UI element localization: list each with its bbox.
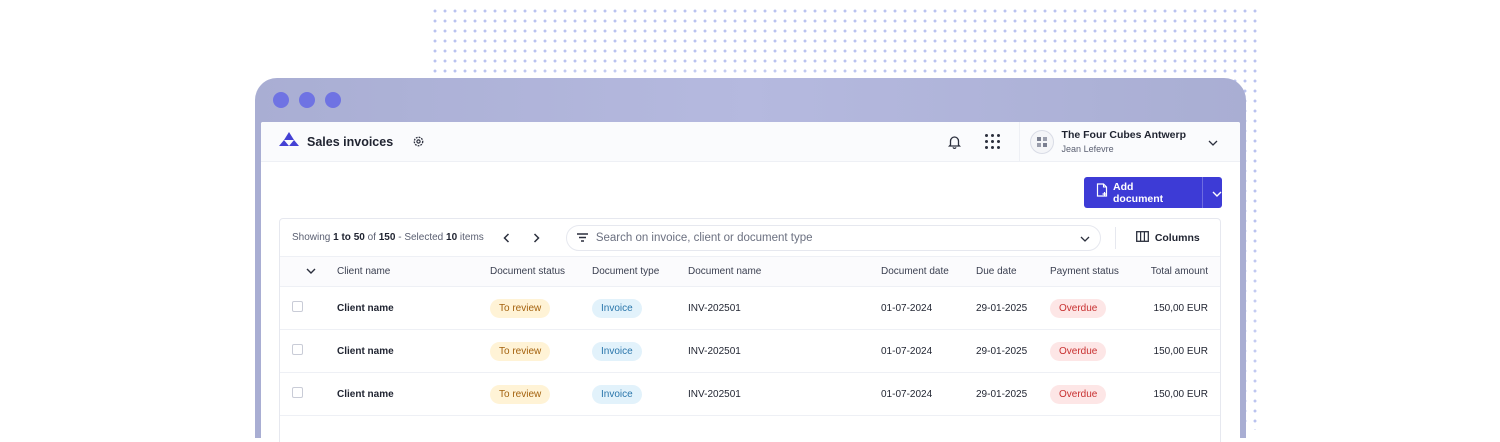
top-bar: Sales invoices The Four Cubes Antwerp Je… (261, 122, 1240, 162)
search-placeholder: Search on invoice, client or document ty… (595, 231, 813, 244)
chevron-down-icon (306, 268, 316, 274)
chevron-down-icon[interactable] (1208, 133, 1218, 151)
add-document-button[interactable]: Add document (1084, 177, 1222, 208)
status-badge: To review (490, 341, 551, 361)
column-header-due-date[interactable]: Due date (976, 256, 1050, 287)
due-date-cell: 29-01-2025 (976, 372, 1050, 416)
next-page-button[interactable] (530, 231, 544, 245)
total-amount-cell: 150,00 EUR (1142, 329, 1220, 373)
table-row[interactable]: Client name To review Invoice INV-202501… (280, 286, 1220, 330)
select-all-toggle[interactable] (280, 256, 337, 287)
total-value: 150 (378, 232, 396, 243)
chevron-down-icon[interactable] (1080, 229, 1090, 247)
divider (1114, 226, 1116, 249)
document-date-cell: 01-07-2024 (881, 372, 976, 416)
total-amount-cell: 150,00 EUR (1142, 372, 1220, 416)
window-control-maximize[interactable] (325, 92, 341, 108)
window-controls (273, 92, 341, 108)
type-badge: Invoice (592, 384, 642, 404)
button-divider (1202, 177, 1203, 208)
client-name-cell: Client name (337, 286, 490, 330)
divider (1018, 122, 1020, 162)
status-badge: To review (490, 298, 551, 318)
payment-status-badge: Overdue (1050, 341, 1107, 361)
document-name-cell: INV-202501 (688, 329, 881, 373)
type-badge: Invoice (592, 298, 642, 318)
table-row[interactable]: Client name To review Invoice INV-202501… (280, 372, 1220, 416)
columns-icon (1135, 230, 1149, 245)
filter-icon[interactable] (576, 229, 588, 247)
document-name-cell: INV-202501 (688, 372, 881, 416)
type-badge: Invoice (592, 341, 642, 361)
window-control-close[interactable] (273, 92, 289, 108)
selected-count: 10 (446, 232, 458, 243)
columns-button[interactable]: Columns (1135, 230, 1200, 245)
table-row[interactable]: Client name To review Invoice INV-202501… (280, 329, 1220, 373)
browser-window: Sales invoices The Four Cubes Antwerp Je… (255, 78, 1246, 442)
table-header-row: Client name Document status Document typ… (280, 256, 1220, 287)
add-document-icon (1096, 183, 1108, 202)
payment-status-badge: Overdue (1050, 298, 1107, 318)
column-header-document-name[interactable]: Document name (688, 256, 881, 287)
client-name-cell: Client name (337, 329, 490, 373)
row-checkbox[interactable] (292, 344, 303, 355)
chevron-down-icon[interactable] (1212, 184, 1222, 202)
company-name: The Four Cubes Antwerp (1061, 129, 1186, 141)
company-switcher[interactable]: The Four Cubes Antwerp Jean Lefevre (1029, 129, 1222, 154)
row-checkbox[interactable] (292, 301, 303, 312)
due-date-cell: 29-01-2025 (976, 329, 1050, 373)
top-bar-right: The Four Cubes Antwerp Jean Lefevre (947, 122, 1222, 162)
user-name: Jean Lefevre (1061, 144, 1114, 154)
previous-page-button[interactable] (500, 231, 514, 245)
document-date-cell: 01-07-2024 (881, 286, 976, 330)
column-header-payment-status[interactable]: Payment status (1050, 256, 1142, 287)
pagination-summary: Showing 1 to 50 of 150 - Selected 10 ite… (292, 232, 484, 243)
company-info: The Four Cubes Antwerp Jean Lefevre (1062, 129, 1186, 154)
column-header-document-date[interactable]: Document date (881, 256, 976, 287)
add-document-label: Add document (1113, 180, 1164, 205)
status-badge: To review (490, 384, 551, 404)
range-value: 1 to 50 (333, 232, 365, 243)
document-date-cell: 01-07-2024 (881, 329, 976, 373)
window-control-minimize[interactable] (299, 92, 315, 108)
document-name-cell: INV-202501 (688, 286, 881, 330)
row-checkbox[interactable] (292, 387, 303, 398)
company-logo (1029, 129, 1054, 154)
column-header-total-amount[interactable]: Total amount (1142, 256, 1220, 287)
apps-grid-icon[interactable] (984, 133, 1001, 150)
column-header-document-type[interactable]: Document type (592, 256, 688, 287)
action-bar: Add document (261, 162, 1240, 218)
invoices-panel: Showing 1 to 50 of 150 - Selected 10 ite… (279, 218, 1221, 442)
columns-label: Columns (1154, 231, 1200, 244)
invoices-table: Client name Document status Document typ… (280, 256, 1220, 416)
column-header-client-name[interactable]: Client name (337, 256, 490, 287)
gear-icon[interactable] (411, 135, 425, 149)
brand: Sales invoices (279, 131, 393, 152)
table-toolbar: Showing 1 to 50 of 150 - Selected 10 ite… (280, 219, 1220, 256)
total-amount-cell: 150,00 EUR (1142, 286, 1220, 330)
logo-icon (279, 131, 299, 152)
page-title: Sales invoices (307, 134, 394, 149)
due-date-cell: 29-01-2025 (976, 286, 1050, 330)
column-header-document-status[interactable]: Document status (490, 256, 592, 287)
bell-icon[interactable] (947, 134, 963, 150)
search-input[interactable]: Search on invoice, client or document ty… (565, 224, 1101, 251)
app-container: Sales invoices The Four Cubes Antwerp Je… (261, 122, 1240, 442)
client-name-cell: Client name (337, 372, 490, 416)
payment-status-badge: Overdue (1050, 384, 1107, 404)
